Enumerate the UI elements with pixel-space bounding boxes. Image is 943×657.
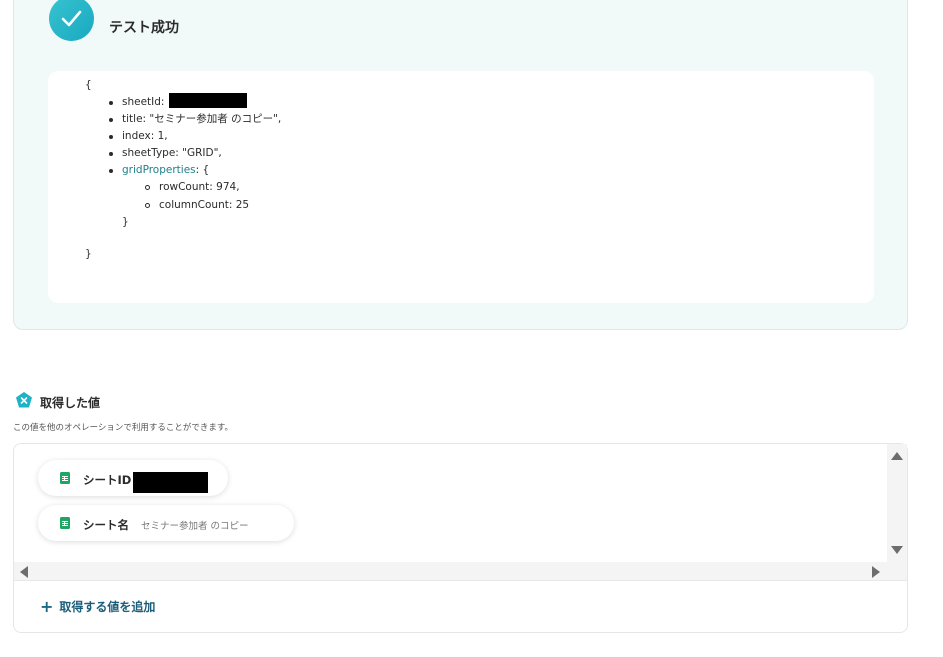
horizontal-scrollbar[interactable] [14,562,889,580]
grid-open-brace: : { [195,164,210,176]
result-title: テスト成功 [109,20,179,36]
json-output: { sheetId: title: "セミナー参加者 のコピー", index:… [48,71,874,303]
json-title-line: title: "セミナー参加者 のコピー", [122,113,282,125]
bullet [109,135,113,139]
value-chip-sheet-name[interactable]: シート名 セミナー参加者 のコピー [38,505,294,541]
value-chip-label: シート名 [83,518,129,532]
success-check-icon [49,0,94,41]
bullet [109,169,113,173]
acquired-values-title: 取得した値 [40,396,101,410]
google-sheets-icon [60,472,70,484]
scroll-down-icon[interactable] [891,546,903,554]
grid-properties-key[interactable]: gridProperties [122,164,196,176]
json-sheet-id-key: sheetId: [122,96,165,108]
bullet [145,203,150,208]
json-outer-close: } [85,248,92,260]
acquired-values-description: この値を他のオペレーションで利用することができます。 [13,423,233,433]
value-chip-label: シートID [83,473,132,487]
google-sheets-icon [60,517,70,529]
redacted-sheet-id-value [133,472,208,493]
json-open-brace: { [85,79,92,91]
bullet [109,101,113,105]
acquired-values-box: シートID シート名 セミナー参加者 のコピー + 取得する値を追加 [13,443,908,633]
add-value-button[interactable]: + 取得する値を追加 [40,598,155,615]
add-value-label: 取得する値を追加 [59,600,156,614]
bullet [145,185,150,190]
json-grid-line: gridProperties: { [122,165,209,176]
acquired-values-icon [16,392,32,408]
bullet [109,118,113,122]
plus-icon: + [40,596,54,616]
json-sheet-type-line: sheetType: "GRID", [122,147,222,159]
value-chip-sheet-id[interactable]: シートID [38,460,228,496]
vertical-scrollbar[interactable] [887,444,907,580]
json-row-count-line: rowCount: 974, [159,181,240,193]
scroll-left-icon[interactable] [20,566,28,578]
scroll-right-icon[interactable] [872,566,880,578]
redacted-sheet-id [169,93,247,108]
json-inner-close: } [122,216,129,228]
json-index-line: index: 1, [122,130,168,142]
divider [14,580,907,581]
json-column-count-line: columnCount: 25 [159,199,250,211]
values-scroll-area[interactable]: シートID シート名 セミナー参加者 のコピー [14,444,889,580]
value-chip-value: セミナー参加者 のコピー [141,521,249,532]
test-result-panel: テスト成功 { sheetId: title: "セミナー参加者 のコピー", … [13,0,908,330]
bullet [109,152,113,156]
scroll-up-icon[interactable] [891,452,903,460]
